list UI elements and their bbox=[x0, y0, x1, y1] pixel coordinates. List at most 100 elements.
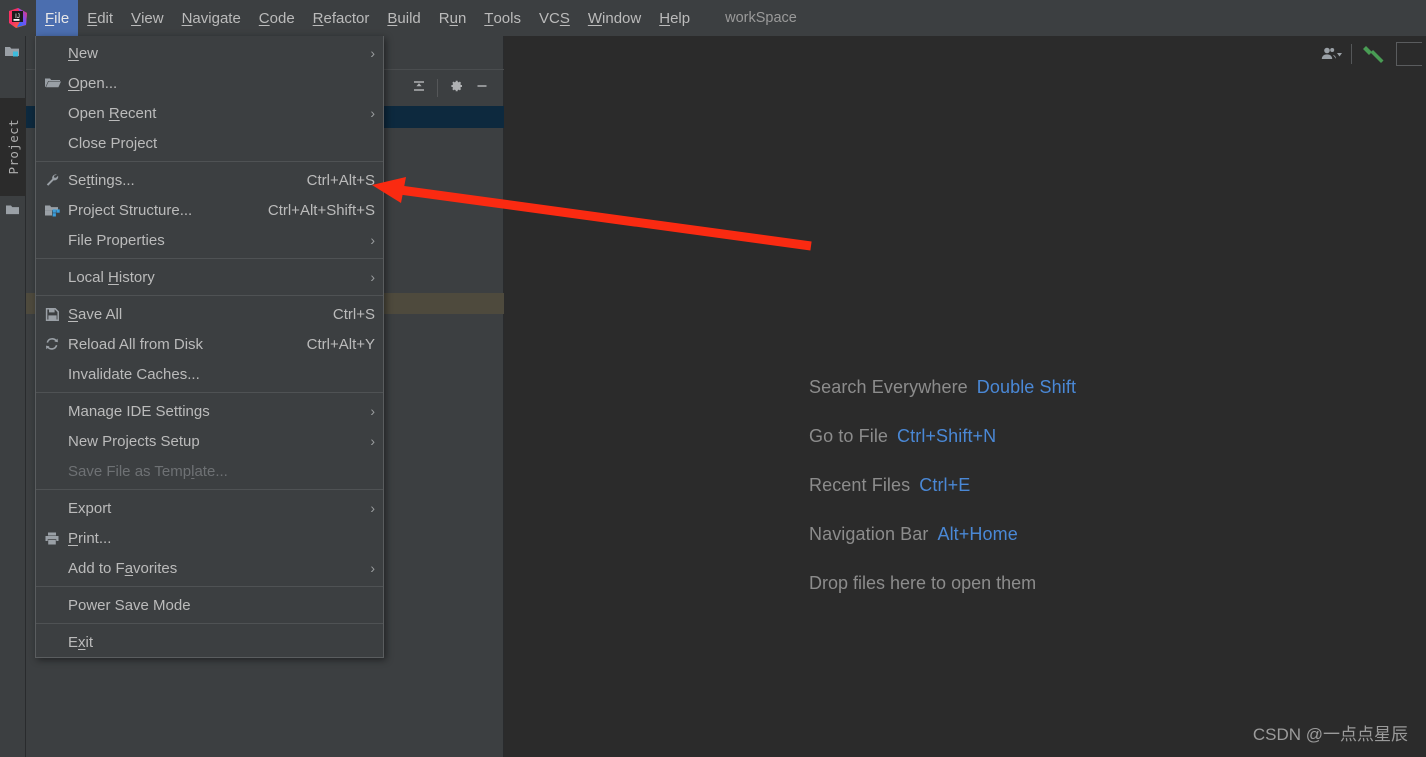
menu-code-mnemonic: C bbox=[258, 9, 270, 27]
no-icon bbox=[36, 553, 68, 583]
left-tool-window-strip: Project bbox=[0, 36, 26, 757]
shortcut-label: Search Everywhere bbox=[809, 377, 968, 397]
menu-item-project-structure-label: Project Structure... bbox=[68, 201, 193, 219]
menu-tools[interactable]: Tools bbox=[475, 0, 530, 36]
menu-separator bbox=[36, 623, 383, 624]
no-icon bbox=[36, 128, 68, 158]
menu-item-settings[interactable]: Settings... Ctrl+Alt+S bbox=[36, 165, 383, 195]
menu-item-add-to-favorites-label: Add to Favorites bbox=[68, 559, 178, 577]
chevron-right-icon: › bbox=[370, 500, 375, 516]
menu-code[interactable]: Code bbox=[250, 0, 304, 36]
shortcut-key: Ctrl+E bbox=[919, 475, 971, 495]
menu-item-open[interactable]: Open... bbox=[36, 68, 383, 98]
menu-item-settings-label: Settings... bbox=[68, 171, 135, 189]
menu-file[interactable]: File bbox=[36, 0, 79, 36]
menu-item-project-structure[interactable]: Project Structure... Ctrl+Alt+Shift+S bbox=[36, 195, 383, 225]
menu-file-mnemonic: F bbox=[45, 9, 55, 27]
folder-icon[interactable] bbox=[4, 202, 22, 218]
shortcut-label: Recent Files bbox=[809, 475, 911, 495]
menu-item-reload-all-from-disk[interactable]: Reload All from Disk Ctrl+Alt+Y bbox=[36, 329, 383, 359]
menu-item-open-recent[interactable]: Open Recent › bbox=[36, 98, 383, 128]
top-right-toolbar bbox=[1317, 38, 1426, 70]
shortcut-row-drop-hint: Drop files here to open them bbox=[809, 559, 1076, 608]
toolbar-separator bbox=[1351, 44, 1352, 64]
menu-item-add-to-favorites[interactable]: Add to Favorites › bbox=[36, 553, 383, 583]
menu-help[interactable]: Help bbox=[650, 0, 699, 36]
menu-run-mnemonic: u bbox=[449, 9, 458, 27]
menu-vcs[interactable]: VC S bbox=[530, 0, 579, 36]
drop-files-hint: Drop files here to open them bbox=[809, 573, 1037, 593]
menu-item-file-properties[interactable]: File Properties › bbox=[36, 225, 383, 255]
shortcut-key: Double Shift bbox=[976, 377, 1077, 397]
menu-vcs-mnemonic: S bbox=[559, 9, 570, 27]
menu-separator bbox=[36, 586, 383, 587]
collapse-all-icon[interactable] bbox=[411, 78, 427, 99]
menu-tools-mnemonic: T bbox=[484, 9, 494, 27]
main-menu-bar: IJ File Edit View Navigate Code Refactor… bbox=[0, 0, 1426, 36]
no-icon bbox=[36, 359, 68, 389]
toolbar-separator bbox=[437, 79, 438, 97]
shortcut-row-navigation-bar: Navigation Bar Alt+Home bbox=[809, 510, 1076, 559]
chevron-right-icon: › bbox=[370, 269, 375, 285]
no-icon bbox=[36, 426, 68, 456]
editor-area[interactable]: Search Everywhere Double Shift Go to Fil… bbox=[504, 36, 1426, 757]
menu-item-invalidate-caches[interactable]: Invalidate Caches... bbox=[36, 359, 383, 389]
reload-refresh-icon bbox=[36, 329, 68, 359]
menu-item-new-label: New bbox=[68, 44, 99, 62]
no-icon bbox=[36, 38, 68, 68]
menu-item-export-label: Export bbox=[68, 499, 112, 517]
menu-item-print[interactable]: Print... bbox=[36, 523, 383, 553]
menu-item-exit[interactable]: Exit bbox=[36, 627, 383, 657]
file-menu-dropdown[interactable]: New › Open... Open Recent › Close Projec… bbox=[35, 36, 384, 658]
menu-view-mnemonic: V bbox=[131, 9, 142, 27]
menu-item-reload-all-from-disk-label: Reload All from Disk bbox=[68, 335, 204, 353]
menu-navigate-mnemonic: N bbox=[181, 9, 193, 27]
shortcut-label: Navigation Bar bbox=[809, 524, 929, 544]
menu-item-save-file-as-template-label: Save File as Template... bbox=[68, 462, 228, 480]
printer-icon bbox=[36, 523, 68, 553]
menu-item-power-save-mode[interactable]: Power Save Mode bbox=[36, 590, 383, 620]
menu-item-close-project[interactable]: Close Project bbox=[36, 128, 383, 158]
menu-item-exit-label: Exit bbox=[68, 633, 94, 651]
menu-build-mnemonic: B bbox=[387, 9, 398, 27]
shortcut-key: Alt+Home bbox=[937, 524, 1018, 544]
no-icon bbox=[36, 262, 68, 292]
project-structure-icon bbox=[36, 195, 68, 225]
menu-item-project-structure-accel: Ctrl+Alt+Shift+S bbox=[267, 201, 375, 219]
menu-window[interactable]: Window bbox=[579, 0, 650, 36]
user-account-button[interactable] bbox=[1317, 41, 1345, 67]
menu-item-save-all-label: Save All bbox=[68, 305, 123, 323]
no-icon bbox=[36, 225, 68, 255]
no-icon bbox=[36, 493, 68, 523]
menu-item-new-projects-setup[interactable]: New Projects Setup › bbox=[36, 426, 383, 456]
toolbar-overflow-box[interactable] bbox=[1396, 42, 1422, 66]
minimize-icon[interactable] bbox=[474, 78, 490, 99]
no-icon bbox=[36, 456, 68, 486]
menu-edit-mnemonic: E bbox=[87, 9, 98, 27]
chevron-right-icon: › bbox=[370, 403, 375, 419]
build-hammer-button[interactable] bbox=[1358, 41, 1390, 67]
menu-item-save-all[interactable]: Save All Ctrl+S bbox=[36, 299, 383, 329]
menu-item-new[interactable]: New › bbox=[36, 38, 383, 68]
menu-refactor-mnemonic: R bbox=[312, 9, 324, 27]
menu-refactor[interactable]: Refactor bbox=[304, 0, 379, 36]
menu-file-rest: ile bbox=[54, 9, 70, 27]
menu-item-new-projects-setup-label: New Projects Setup bbox=[68, 432, 200, 450]
menu-build[interactable]: Build bbox=[378, 0, 429, 36]
menu-item-open-recent-label: Open Recent bbox=[68, 104, 157, 122]
menu-item-local-history[interactable]: Local History › bbox=[36, 262, 383, 292]
menu-item-save-file-as-template: Save File as Template... bbox=[36, 456, 383, 486]
sidebar-tab-project[interactable]: Project bbox=[0, 98, 26, 196]
project-folder-icon[interactable] bbox=[4, 44, 22, 60]
menu-edit[interactable]: Edit bbox=[78, 0, 122, 36]
menu-navigate[interactable]: Navigate bbox=[173, 0, 250, 36]
menu-separator bbox=[36, 161, 383, 162]
shortcut-key: Ctrl+Shift+N bbox=[897, 426, 997, 446]
menu-run[interactable]: Run bbox=[430, 0, 476, 36]
gear-icon[interactable] bbox=[448, 78, 464, 99]
menu-item-manage-ide-settings[interactable]: Manage IDE Settings › bbox=[36, 396, 383, 426]
menu-item-close-project-label: Close Project bbox=[68, 134, 158, 152]
menu-view[interactable]: View bbox=[122, 0, 173, 36]
menu-item-export[interactable]: Export › bbox=[36, 493, 383, 523]
intellij-idea-logo-icon: IJ bbox=[0, 0, 36, 36]
